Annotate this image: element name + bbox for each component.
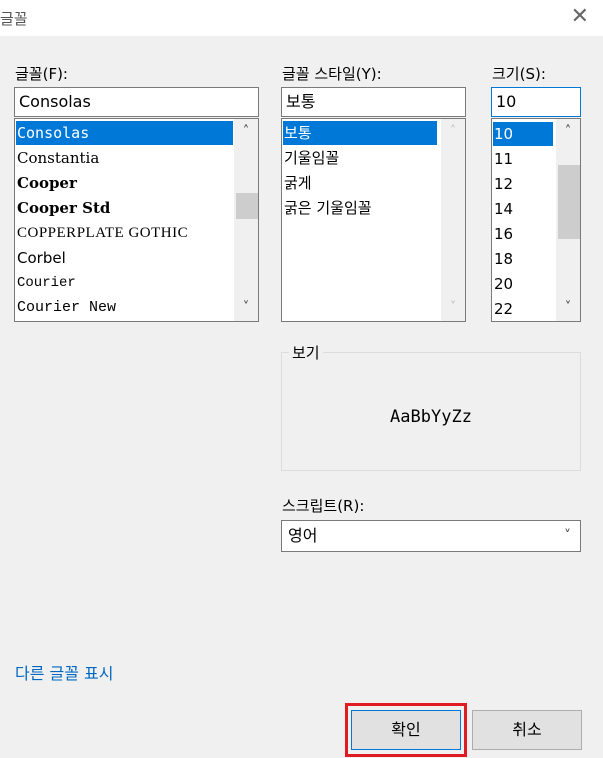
- size-item[interactable]: 16: [493, 222, 513, 246]
- size-item[interactable]: 12: [493, 172, 513, 196]
- font-listbox[interactable]: Consolas Constantia Cooper Cooper Std CO…: [14, 118, 259, 322]
- size-item[interactable]: 18: [493, 247, 513, 271]
- chevron-down-icon[interactable]: ˅: [556, 298, 580, 318]
- style-label: 글꼴 스타일(Y):: [282, 65, 382, 83]
- font-item-cooper[interactable]: Cooper: [16, 171, 77, 195]
- font-item-copperplate-gothic[interactable]: COPPERPLATE GOTHIC: [16, 221, 188, 245]
- chevron-down-icon: ˅: [449, 300, 457, 315]
- font-item-courier[interactable]: Courier: [16, 271, 76, 295]
- font-label: 글꼴(F):: [15, 65, 68, 83]
- cancel-button[interactable]: 취소: [472, 710, 582, 750]
- size-item[interactable]: 20: [493, 272, 513, 296]
- sample-label: 보기: [289, 342, 323, 363]
- font-item-corbel[interactable]: Corbel: [16, 246, 66, 270]
- font-item-consolas[interactable]: Consolas: [16, 121, 233, 145]
- style-item-regular[interactable]: 보통: [283, 121, 437, 145]
- font-input[interactable]: Consolas: [14, 87, 259, 117]
- show-more-fonts-link[interactable]: 다른 글꼴 표시: [15, 660, 114, 684]
- chevron-down-icon[interactable]: ˅: [234, 298, 258, 318]
- title-bar: 글꼴 ✕: [0, 0, 603, 36]
- ok-button-highlight: [345, 703, 467, 757]
- style-item-bold-italic[interactable]: 굵은 기울임꼴: [283, 196, 372, 220]
- font-item-constantia[interactable]: Constantia: [16, 146, 99, 170]
- font-item-courier-new[interactable]: Courier New: [16, 296, 116, 320]
- style-scrollbar[interactable]: ˄ ˅: [441, 119, 465, 321]
- size-item[interactable]: 22: [493, 297, 513, 321]
- script-label: 스크립트(R):: [282, 497, 365, 515]
- scroll-thumb[interactable]: [558, 165, 580, 239]
- chevron-up-icon[interactable]: ˄: [234, 122, 258, 142]
- size-item[interactable]: 14: [493, 197, 513, 221]
- size-listbox[interactable]: 10 11 12 14 16 18 20 22 ˄ ˅: [491, 118, 581, 322]
- size-item[interactable]: 10: [493, 122, 553, 146]
- size-scrollbar[interactable]: ˄ ˅: [556, 119, 580, 321]
- size-label: 크기(S):: [492, 65, 546, 83]
- font-item-cooper-std[interactable]: Cooper Std: [16, 196, 110, 220]
- close-icon[interactable]: ✕: [571, 5, 589, 29]
- chevron-down-icon: ˅: [564, 528, 571, 544]
- size-item[interactable]: 11: [493, 147, 513, 171]
- style-listbox[interactable]: 보통 기울임꼴 굵게 굵은 기울임꼴 ˄ ˅: [281, 118, 466, 322]
- chevron-up-icon: ˄: [449, 124, 457, 139]
- style-item-italic[interactable]: 기울임꼴: [283, 146, 339, 170]
- size-input[interactable]: 10: [491, 87, 581, 117]
- script-selected-value: 영어: [288, 526, 318, 545]
- chevron-up-icon[interactable]: ˄: [556, 122, 580, 142]
- style-item-bold[interactable]: 굵게: [283, 171, 312, 195]
- scroll-thumb[interactable]: [236, 193, 258, 219]
- dialog-title: 글꼴: [0, 10, 28, 28]
- style-input[interactable]: 보통: [281, 87, 466, 117]
- sample-preview-text: AaBbYyZz: [390, 407, 472, 427]
- script-select[interactable]: 영어 ˅: [281, 520, 581, 552]
- font-scrollbar[interactable]: ˄ ˅: [234, 119, 258, 321]
